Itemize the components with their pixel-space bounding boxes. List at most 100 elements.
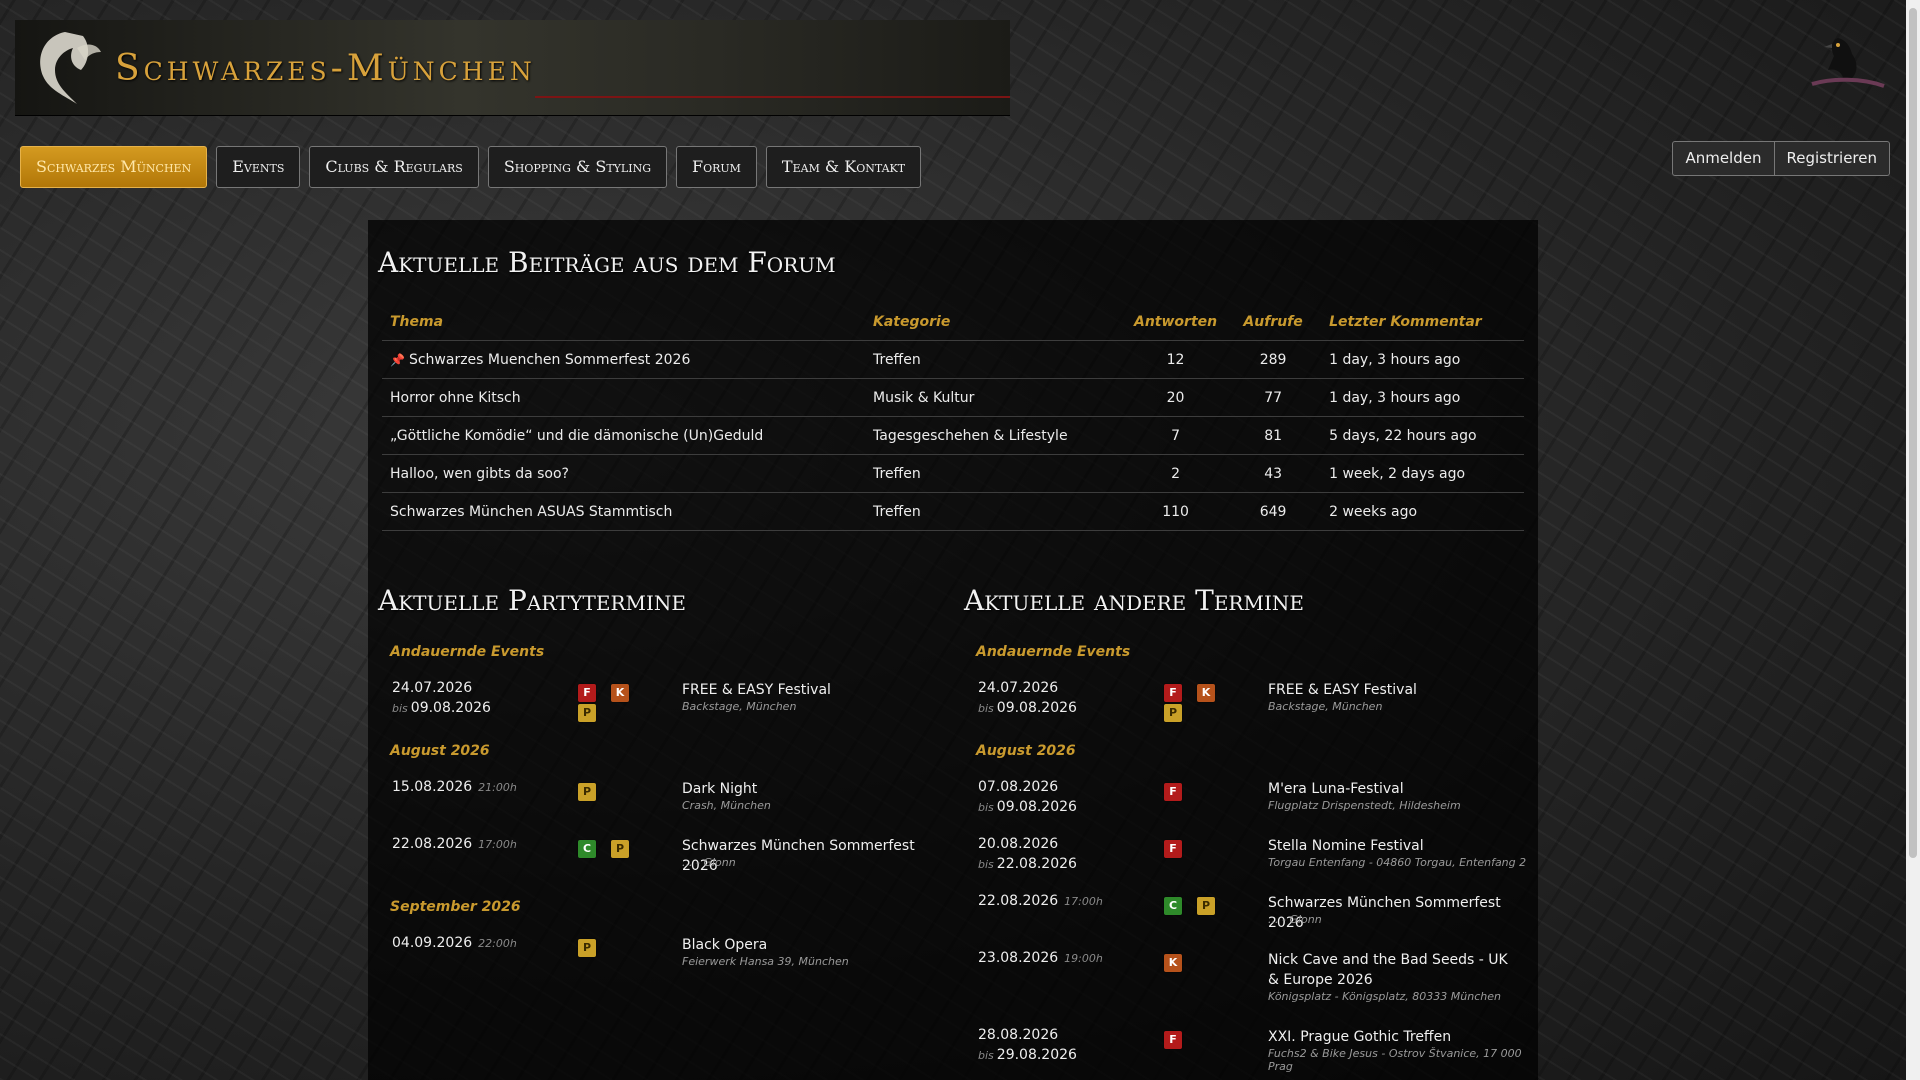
event-name-link[interactable]: Black Opera [682,935,932,955]
event-group-title: Andauernde Events [976,644,1131,660]
forum-row[interactable]: Horror ohne Kitsch Musik & Kultur 20 77 1 da… [382,378,1524,417]
event-time: 17:00h [478,838,517,851]
column-replies[interactable]: Antworten [1126,304,1226,341]
event-date: 15.08.2026 21:00h [392,779,517,795]
forum-category-link[interactable]: Tagesgeschehen & Lifestyle [873,428,1068,444]
tag-P-icon: P [578,783,596,801]
until-label: bis [978,801,994,814]
event-location: ... - Glonn [1268,913,1322,926]
nav-events[interactable]: Events [216,146,301,188]
page-scrollbar[interactable] [1906,0,1920,1080]
forum-row[interactable]: 📌 Schwarzes Muenchen Sommerfest 2026 Treff… [382,340,1524,379]
column-last-comment[interactable]: Letzter Kommentar [1321,304,1524,341]
event-date-value: 20.08.2026 [978,836,1059,852]
tag-P-icon: P [578,939,596,957]
event-end-date-value: 09.08.2026 [996,700,1077,716]
event-date-value: 22.08.2026 [392,836,473,852]
content-panel: Aktuelle Beiträge aus dem Forum Thema Ka… [368,220,1538,1080]
forum-table: Thema Kategorie Antworten Aufrufe Letzte… [382,304,1524,531]
tag-P-icon: P [1164,704,1182,722]
event-end-date-value: 22.08.2026 [996,856,1077,872]
forum-row[interactable]: Halloo, wen gibts da soo? Treffen 2 43 1 wee… [382,454,1524,493]
event-location: Backstage, München [682,700,797,713]
forum-views: 289 [1259,351,1287,368]
event-end-date-value: 29.08.2026 [996,1047,1077,1063]
forum-views: 77 [1264,389,1283,406]
event-name-link[interactable]: XXI. Prague Gothic Treffen [1268,1027,1518,1047]
column-views[interactable]: Aufrufe [1225,304,1322,341]
event-date-value: 07.08.2026 [978,779,1059,795]
forum-category-link[interactable]: Treffen [873,504,921,520]
event-end-date-value: 09.08.2026 [410,700,491,716]
forum-category-link[interactable]: Treffen [873,466,921,482]
forum-topic-link[interactable]: „Göttliche Komödie“ und die dämonische (… [390,428,763,444]
forum-category-link[interactable]: Musik & Kultur [873,390,974,406]
forum-topic-link[interactable]: Halloo, wen gibts da soo? [390,466,569,482]
forum-views: 43 [1264,465,1283,482]
nav-schwarzes-muenchen[interactable]: Schwarzes München [20,146,208,188]
until-label: bis [392,702,408,715]
event-group-title: Andauernde Events [390,644,545,660]
forum-category-link[interactable]: Treffen [873,352,921,368]
event-location: ... - Glonn [682,856,736,869]
site-banner[interactable]: Schwarzes-München [15,20,1010,116]
event-date-value: 24.07.2026 [392,680,473,696]
event-end-date: bis 09.08.2026 [978,700,1077,716]
login-button[interactable]: Anmelden [1672,141,1775,176]
event-name-link[interactable]: Stella Nomine Festival [1268,836,1518,856]
banner-stripe [535,96,1010,98]
event-location: Torgau Entenfang - 04860 Torgau, Entenfa… [1268,856,1527,869]
event-name-link[interactable]: FREE & EASY Festival [1268,680,1518,700]
nav-clubs-regulars[interactable]: Clubs & Regulars [309,146,479,188]
scrollbar-thumb[interactable] [1909,8,1917,858]
event-date: 04.09.2026 22:00h [392,935,517,951]
event-date: 22.08.2026 17:00h [392,836,517,852]
event-location: Fuchs2 & Bike Jesus - Ostrov Štvanice, 1… [1268,1047,1522,1073]
tag-C-icon: C [578,840,596,858]
event-date-value: 04.09.2026 [392,935,473,951]
tag-P-icon: P [1197,897,1215,915]
forum-row[interactable]: „Göttliche Komödie“ und die dämonische (… [382,416,1524,455]
nav-shopping-styling[interactable]: Shopping & Styling [487,146,667,188]
forum-topic-link[interactable]: Schwarzes München ASUAS Stammtisch [390,504,672,520]
forum-row[interactable]: Schwarzes München ASUAS Stammtisch Treffe… [382,492,1524,531]
event-name-link[interactable]: Dark Night [682,779,932,799]
event-end-date: bis 09.08.2026 [978,799,1077,815]
forum-topic-link[interactable]: Horror ohne Kitsch [390,390,521,406]
forum-topic-link[interactable]: Schwarzes Muenchen Sommerfest 2026 [409,352,690,368]
event-date: 28.08.2026 [978,1027,1058,1043]
event-name-link[interactable]: M'era Luna-Festival [1268,779,1518,799]
nav-team-kontakt[interactable]: Team & Kontakt [765,146,922,188]
forum-replies: 12 [1166,351,1185,368]
tag-F-icon: F [1164,1031,1182,1049]
event-group-title: August 2026 [390,743,490,759]
event-date: 22.08.2026 17:00h [978,893,1103,909]
tag-F-icon: F [1164,684,1182,702]
column-category[interactable]: Kategorie [865,304,1126,341]
event-date-value: 28.08.2026 [978,1027,1059,1043]
event-location: Backstage, München [1268,700,1383,713]
event-end-date-value: 09.08.2026 [996,799,1077,815]
column-topic[interactable]: Thema [382,304,865,341]
auth-buttons: Anmelden Registrieren [1672,141,1890,176]
forum-replies: 20 [1166,389,1185,406]
event-end-date: bis 09.08.2026 [392,700,491,716]
event-name-link[interactable]: FREE & EASY Festival [682,680,932,700]
tag-F-icon: F [1164,840,1182,858]
register-button[interactable]: Registrieren [1774,141,1890,176]
event-time: 17:00h [1064,895,1103,908]
pin-icon: 📌 [390,352,405,367]
event-date: 24.07.2026 [978,680,1058,696]
nav-forum[interactable]: Forum [675,146,757,188]
event-date-value: 24.07.2026 [978,680,1059,696]
tag-F-icon: F [1164,783,1182,801]
forum-last-comment: 1 week, 2 days ago [1329,465,1466,482]
forum-heading: Aktuelle Beiträge aus dem Forum [378,246,836,279]
event-date: 20.08.2026 [978,836,1058,852]
tag-P-icon: P [578,704,596,722]
forum-views: 81 [1264,427,1283,444]
tag-P-icon: P [611,840,629,858]
event-name-link[interactable]: Nick Cave and the Bad Seeds - UK & Europ… [1268,950,1518,990]
party-heading: Aktuelle Partytermine [378,584,687,617]
event-end-date: bis 22.08.2026 [978,856,1077,872]
